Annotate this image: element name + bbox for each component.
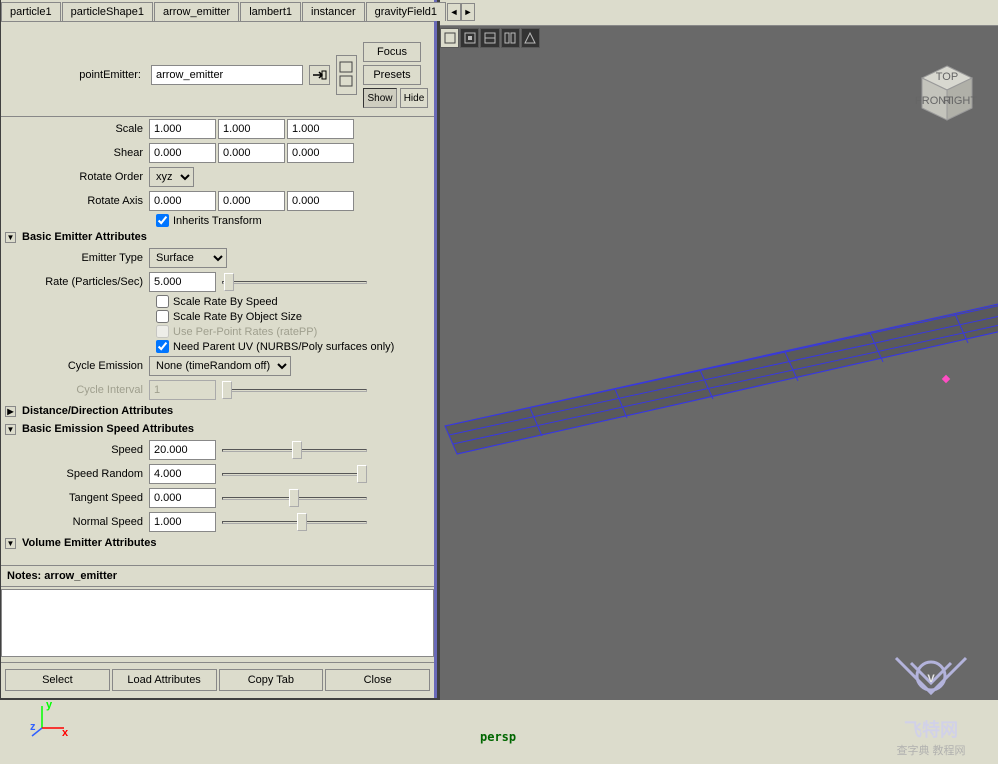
view-cube[interactable]: TOP FRONT RIGHT bbox=[914, 62, 980, 128]
tab-scroll-left[interactable]: ◄ bbox=[447, 3, 461, 21]
collapse-icon: ▼ bbox=[5, 232, 16, 243]
svg-text:y: y bbox=[46, 700, 53, 711]
focus-button[interactable]: Focus bbox=[363, 42, 421, 62]
tab-arrow-emitter[interactable]: arrow_emitter bbox=[154, 2, 239, 21]
rate-input[interactable] bbox=[149, 272, 216, 292]
show-button[interactable]: Show bbox=[363, 88, 397, 108]
vp-tool-4[interactable] bbox=[501, 28, 520, 48]
per-point-label: Use Per-Point Rates (ratePP) bbox=[173, 326, 317, 338]
normal-speed-label: Normal Speed bbox=[1, 516, 149, 528]
speed-random-label: Speed Random bbox=[1, 468, 149, 480]
pointemitter-label: pointEmitter: bbox=[7, 69, 145, 81]
cycle-interval-slider bbox=[222, 381, 367, 399]
cycle-interval-label: Cycle Interval bbox=[1, 384, 149, 396]
notes-textarea[interactable] bbox=[1, 589, 434, 657]
axis-gizmo: y x z bbox=[30, 700, 70, 740]
presets-button[interactable]: Presets bbox=[363, 65, 421, 85]
tangent-speed-label: Tangent Speed bbox=[1, 492, 149, 504]
emitter-name-input[interactable] bbox=[151, 65, 303, 85]
load-attributes-button[interactable]: Load Attributes bbox=[112, 669, 217, 691]
collapse-icon: ▼ bbox=[5, 424, 16, 435]
scale-y[interactable] bbox=[218, 119, 285, 139]
tab-instancer[interactable]: instancer bbox=[302, 2, 365, 21]
section-volume[interactable]: ▼ Volume Emitter Attributes bbox=[1, 534, 434, 552]
rotate-order-select[interactable]: xyz bbox=[149, 167, 194, 187]
inherits-transform-checkbox[interactable] bbox=[156, 214, 169, 227]
collapse-icon: ▼ bbox=[5, 538, 16, 549]
normal-speed-slider[interactable] bbox=[222, 513, 367, 531]
inherits-transform-label: Inherits Transform bbox=[173, 215, 262, 227]
hide-button[interactable]: Hide bbox=[400, 88, 428, 108]
per-point-checkbox bbox=[156, 325, 169, 338]
vp-tool-3[interactable] bbox=[480, 28, 499, 48]
section-basic-speed[interactable]: ▼ Basic Emission Speed Attributes bbox=[1, 420, 434, 438]
scale-label: Scale bbox=[1, 123, 149, 135]
speed-random-input[interactable] bbox=[149, 464, 216, 484]
viewport-top-strip bbox=[440, 0, 998, 26]
rate-slider[interactable] bbox=[222, 273, 367, 291]
scale-by-size-label: Scale Rate By Object Size bbox=[173, 311, 302, 323]
tab-particleshape1[interactable]: particleShape1 bbox=[62, 2, 153, 21]
tab-gravityfield1[interactable]: gravityField1 bbox=[366, 2, 446, 21]
attribute-editor-panel: particle1 particleShape1 arrow_emitter l… bbox=[1, 0, 437, 698]
emitter-type-label: Emitter Type bbox=[1, 252, 149, 264]
shear-label: Shear bbox=[1, 147, 149, 159]
rotate-axis-z[interactable] bbox=[287, 191, 354, 211]
speed-label: Speed bbox=[1, 444, 149, 456]
svg-text:V: V bbox=[927, 673, 935, 685]
rotate-order-label: Rotate Order bbox=[1, 171, 149, 183]
shear-z[interactable] bbox=[287, 143, 354, 163]
emitter-type-select[interactable]: Surface bbox=[149, 248, 227, 268]
need-parent-uv-label: Need Parent UV (NURBS/Poly surfaces only… bbox=[173, 341, 394, 353]
tab-row: particle1 particleShape1 arrow_emitter l… bbox=[1, 0, 434, 22]
vp-tool-5[interactable] bbox=[521, 28, 540, 48]
rotate-axis-y[interactable] bbox=[218, 191, 285, 211]
svg-text:TOP: TOP bbox=[936, 71, 958, 83]
speed-input[interactable] bbox=[149, 440, 216, 460]
section-basic-emitter[interactable]: ▼ Basic Emitter Attributes bbox=[1, 228, 434, 246]
watermark: V 飞特网 查字典 教程网 bbox=[876, 648, 986, 758]
scale-x[interactable] bbox=[149, 119, 216, 139]
cycle-interval-input bbox=[149, 380, 216, 400]
tab-lambert1[interactable]: lambert1 bbox=[240, 2, 301, 21]
scale-by-speed-label: Scale Rate By Speed bbox=[173, 296, 278, 308]
rotate-axis-x[interactable] bbox=[149, 191, 216, 211]
attribute-scroll-area[interactable]: Scale Shear Rotate Order xyz Rotate Axis… bbox=[1, 116, 434, 566]
go-to-input-icon[interactable] bbox=[309, 65, 330, 85]
need-parent-uv-checkbox[interactable] bbox=[156, 340, 169, 353]
viewport-camera-label: persp bbox=[480, 730, 516, 744]
expand-icon: ▶ bbox=[5, 406, 16, 417]
presets-icon[interactable] bbox=[336, 55, 357, 95]
svg-text:z: z bbox=[30, 721, 36, 733]
viewport-toolbar bbox=[440, 28, 540, 50]
tab-scroll-right[interactable]: ► bbox=[461, 3, 475, 21]
normal-speed-input[interactable] bbox=[149, 512, 216, 532]
close-button[interactable]: Close bbox=[325, 669, 430, 691]
svg-text:x: x bbox=[62, 727, 69, 739]
rate-label: Rate (Particles/Sec) bbox=[1, 276, 149, 288]
shear-y[interactable] bbox=[218, 143, 285, 163]
tab-particle1[interactable]: particle1 bbox=[1, 2, 61, 21]
vp-tool-1[interactable] bbox=[440, 28, 459, 48]
copy-tab-button[interactable]: Copy Tab bbox=[219, 669, 324, 691]
rotate-axis-label: Rotate Axis bbox=[1, 195, 149, 207]
tangent-speed-input[interactable] bbox=[149, 488, 216, 508]
svg-text:RIGHT: RIGHT bbox=[943, 95, 978, 107]
speed-slider[interactable] bbox=[222, 441, 367, 459]
speed-random-slider[interactable] bbox=[222, 465, 367, 483]
select-button[interactable]: Select bbox=[5, 669, 110, 691]
cycle-emission-label: Cycle Emission bbox=[1, 360, 149, 372]
shear-x[interactable] bbox=[149, 143, 216, 163]
scale-by-speed-checkbox[interactable] bbox=[156, 295, 169, 308]
notes-header: Notes: arrow_emitter bbox=[1, 566, 434, 587]
vp-tool-2[interactable] bbox=[460, 28, 479, 48]
tangent-speed-slider[interactable] bbox=[222, 489, 367, 507]
scale-by-size-checkbox[interactable] bbox=[156, 310, 169, 323]
cycle-emission-select[interactable]: None (timeRandom off) bbox=[149, 356, 291, 376]
scale-z[interactable] bbox=[287, 119, 354, 139]
section-distance[interactable]: ▶ Distance/Direction Attributes bbox=[1, 402, 434, 420]
